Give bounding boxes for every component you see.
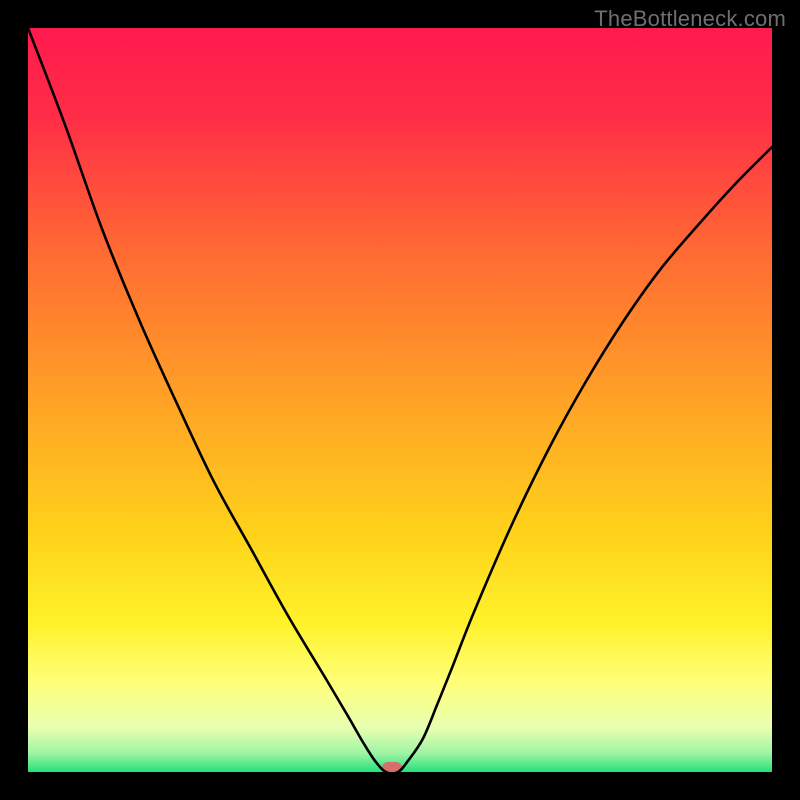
- plot-area: [28, 28, 772, 772]
- bottleneck-curve: [28, 28, 772, 772]
- chart-frame: TheBottleneck.com: [0, 0, 800, 800]
- watermark-text: TheBottleneck.com: [594, 6, 786, 32]
